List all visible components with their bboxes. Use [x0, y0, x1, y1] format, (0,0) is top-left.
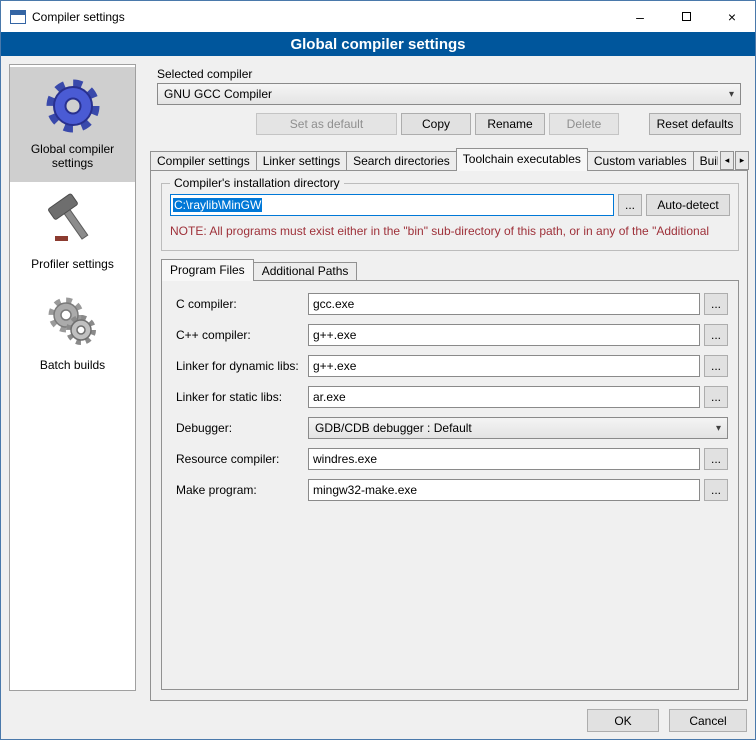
installation-directory-group-title: Compiler's installation directory	[170, 176, 344, 190]
tab-custom-variables[interactable]: Custom variables	[587, 151, 694, 171]
dialog-header-title: Global compiler settings	[1, 32, 755, 56]
linker-dynamic-input[interactable]	[308, 355, 700, 377]
sidebar-item-batch-builds[interactable]: Batch builds	[10, 283, 135, 384]
tab-toolchain-executables[interactable]: Toolchain executables	[456, 148, 588, 171]
program-files-tab-strip: Program Files Additional Paths	[161, 259, 357, 281]
cpp-compiler-label: C++ compiler:	[176, 328, 304, 342]
tab-build-options[interactable]: Build	[693, 151, 718, 171]
debugger-label: Debugger:	[176, 421, 304, 435]
selected-compiler-dropdown[interactable]: GNU GCC Compiler ▾	[157, 83, 741, 105]
sidebar-item-label: Batch builds	[40, 358, 105, 372]
bin-subdirectory-note: NOTE: All programs must exist either in …	[170, 224, 736, 238]
installation-directory-group: Compiler's installation directory C:\ray…	[161, 183, 739, 251]
installation-directory-browse-button[interactable]: ...	[618, 194, 642, 216]
linker-dynamic-label: Linker for dynamic libs:	[176, 359, 304, 373]
debugger-value: GDB/CDB debugger : Default	[315, 421, 472, 435]
tab-scroll-right-button[interactable]: ▸	[735, 151, 749, 170]
gray-gears-icon	[43, 292, 103, 352]
blue-gear-icon	[43, 76, 103, 136]
tab-linker-settings[interactable]: Linker settings	[256, 151, 347, 171]
delete-button[interactable]: Delete	[549, 113, 619, 135]
profiler-hammer-icon	[43, 191, 103, 251]
linker-static-label: Linker for static libs:	[176, 390, 304, 404]
sidebar-item-label: Global compiler settings	[14, 142, 131, 170]
installation-directory-input[interactable]: C:\raylib\MinGW	[170, 194, 614, 216]
program-files-panel: C compiler: ... C++ compiler: ... Linker…	[161, 280, 739, 690]
sidebar: Global compiler settings Profiler settin…	[9, 64, 136, 691]
resource-compiler-browse-button[interactable]: ...	[704, 448, 728, 470]
auto-detect-button[interactable]: Auto-detect	[646, 194, 730, 216]
tab-compiler-settings[interactable]: Compiler settings	[150, 151, 257, 171]
toolchain-executables-panel: Compiler's installation directory C:\ray…	[150, 170, 748, 701]
rename-button[interactable]: Rename	[475, 113, 545, 135]
copy-button[interactable]: Copy	[401, 113, 471, 135]
resource-compiler-input[interactable]	[308, 448, 700, 470]
cancel-button[interactable]: Cancel	[669, 709, 747, 732]
debugger-dropdown[interactable]: GDB/CDB debugger : Default ▾	[308, 417, 728, 439]
installation-directory-row: C:\raylib\MinGW ... Auto-detect	[170, 194, 730, 216]
make-program-browse-button[interactable]: ...	[704, 479, 728, 501]
make-program-input[interactable]	[308, 479, 700, 501]
sidebar-item-profiler-settings[interactable]: Profiler settings	[10, 182, 135, 283]
titlebar: Compiler settings – ×	[1, 1, 755, 32]
linker-static-input[interactable]	[308, 386, 700, 408]
installation-directory-value: C:\raylib\MinGW	[173, 198, 262, 212]
chevron-down-icon: ▾	[716, 423, 721, 434]
make-program-label: Make program:	[176, 483, 304, 497]
linker-static-browse-button[interactable]: ...	[704, 386, 728, 408]
linker-dynamic-browse-button[interactable]: ...	[704, 355, 728, 377]
chevron-down-icon: ▾	[729, 89, 734, 100]
subtab-program-files[interactable]: Program Files	[161, 259, 254, 281]
close-button[interactable]: ×	[709, 1, 755, 32]
cpp-compiler-input[interactable]	[308, 324, 700, 346]
selected-compiler-value: GNU GCC Compiler	[164, 87, 272, 101]
maximize-button[interactable]	[663, 1, 709, 32]
selected-compiler-label: Selected compiler	[157, 67, 252, 81]
c-compiler-input[interactable]	[308, 293, 700, 315]
tab-search-directories[interactable]: Search directories	[346, 151, 457, 171]
window-title: Compiler settings	[32, 10, 125, 24]
settings-tab-strip: Compiler settings Linker settings Search…	[150, 148, 718, 171]
app-icon	[10, 10, 26, 24]
caption-buttons: – ×	[617, 1, 755, 32]
resource-compiler-label: Resource compiler:	[176, 452, 304, 466]
cpp-compiler-browse-button[interactable]: ...	[704, 324, 728, 346]
subtab-additional-paths[interactable]: Additional Paths	[253, 262, 358, 281]
ok-button[interactable]: OK	[587, 709, 659, 732]
c-compiler-browse-button[interactable]: ...	[704, 293, 728, 315]
reset-defaults-button[interactable]: Reset defaults	[649, 113, 741, 135]
set-as-default-button[interactable]: Set as default	[256, 113, 397, 135]
toolchain-form: C compiler: ... C++ compiler: ... Linker…	[176, 293, 728, 501]
tab-scroll-left-button[interactable]: ◂	[720, 151, 734, 170]
c-compiler-label: C compiler:	[176, 297, 304, 311]
compiler-settings-dialog: Compiler settings – × Global compiler se…	[0, 0, 756, 740]
maximize-icon	[682, 12, 691, 21]
sidebar-item-label: Profiler settings	[31, 257, 114, 271]
minimize-button[interactable]: –	[617, 1, 663, 32]
sidebar-item-global-compiler-settings[interactable]: Global compiler settings	[10, 67, 135, 182]
